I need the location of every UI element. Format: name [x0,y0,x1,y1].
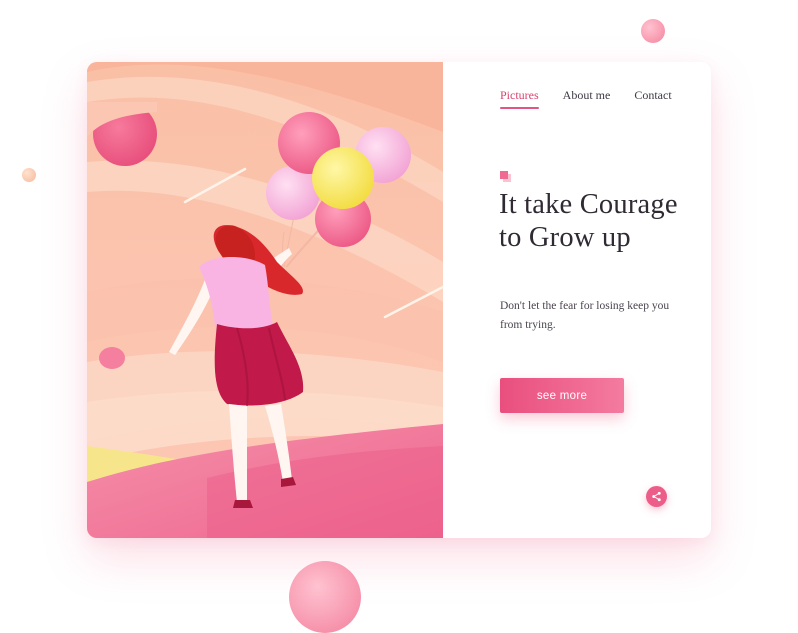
content-panel: Pictures About me Contact It take Courag… [443,62,711,538]
decorative-dot [22,168,36,182]
accent-square-icon [500,171,511,182]
landing-card: Pictures About me Contact It take Courag… [87,62,711,538]
share-icon [652,491,661,502]
nav-item-about-me[interactable]: About me [563,88,611,109]
decorative-dot [641,19,665,43]
hero-subtext: Don't let the fear for losing keep you f… [500,300,670,331]
nav-item-pictures[interactable]: Pictures [500,88,539,109]
top-nav: Pictures About me Contact [500,88,672,109]
see-more-button[interactable]: see more [500,378,624,413]
hero-illustration [87,62,443,538]
nav-item-contact[interactable]: Contact [634,88,671,109]
share-button[interactable] [646,486,667,507]
girl-with-balloons-illustration [87,62,443,538]
page-headline: It take Courage to Grow up [499,189,678,253]
decorative-dot [289,561,361,633]
